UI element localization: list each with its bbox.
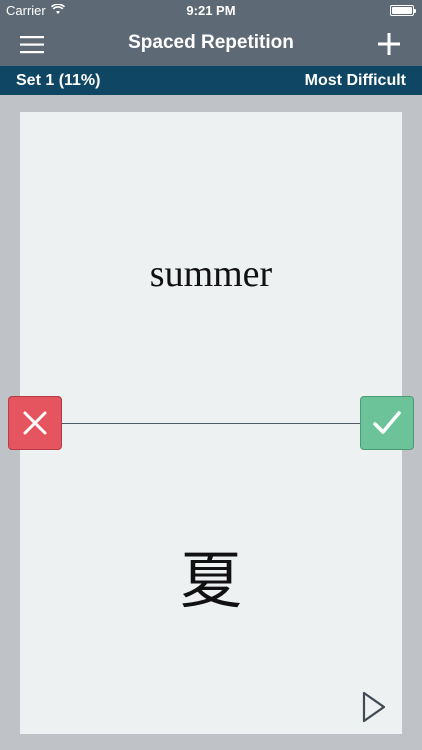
battery-icon [390,5,416,16]
right-answer-button[interactable] [360,396,414,450]
checkmark-icon [373,411,401,434]
play-audio-button[interactable] [360,690,388,724]
status-bar: Carrier 9:21 PM [0,0,422,22]
play-icon [362,691,386,723]
plus-icon [378,33,400,55]
status-right [390,5,416,16]
wrong-answer-button[interactable] [8,396,62,450]
status-time: 9:21 PM [186,3,236,18]
add-button[interactable] [372,27,412,61]
flash-card[interactable]: summer 夏 [20,112,402,734]
nav-bar: Spaced Repetition [0,22,422,66]
set-progress-label: Set 1 (11%) [16,72,101,89]
card-divider [60,423,362,424]
sort-mode-button[interactable]: Most Difficult [305,72,406,90]
x-icon [23,411,47,435]
set-bar: Set 1 (11%) Most Difficult [0,66,422,95]
page-title: Spaced Repetition [128,32,294,53]
card-front-text: summer [149,253,273,295]
card-back-text: 夏 [179,544,242,617]
